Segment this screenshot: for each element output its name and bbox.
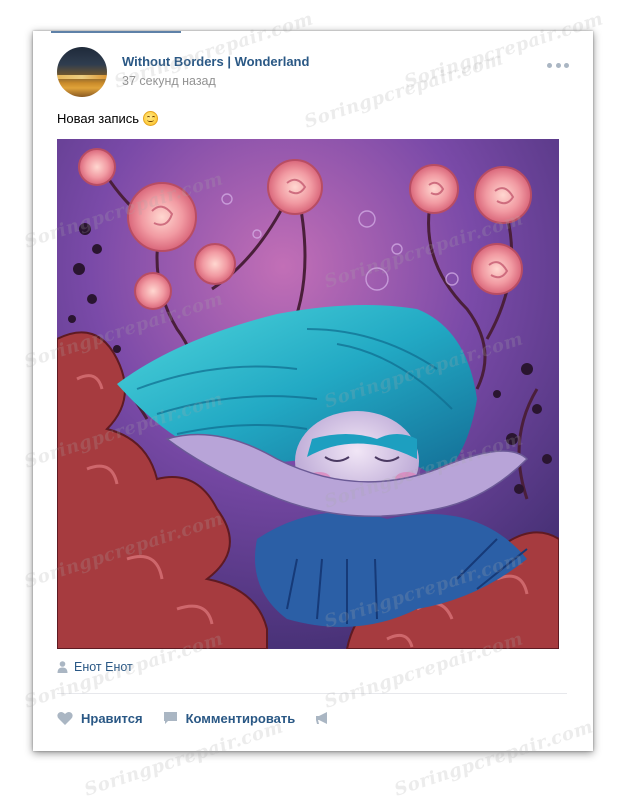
avatar-sunset-image (57, 75, 107, 79)
photo-signature[interactable]: Енот Енот (57, 659, 133, 675)
comment-button[interactable]: Комментировать (163, 710, 296, 726)
user-icon (57, 661, 68, 673)
post-card: Without Borders | Wonderland 37 секунд н… (33, 31, 593, 751)
megaphone-icon (316, 712, 328, 724)
share-button[interactable] (315, 711, 339, 725)
more-options-icon[interactable] (547, 61, 569, 69)
smile-emoji-icon (143, 111, 159, 126)
signature-name[interactable]: Енот Енот (74, 660, 133, 674)
comment-label: Комментировать (185, 710, 296, 726)
post-actions: Нравится Комментировать (57, 707, 359, 729)
like-label: Нравится (81, 710, 143, 726)
heart-icon (57, 711, 73, 725)
post-text: Новая запись (57, 111, 159, 126)
post-header: Without Borders | Wonderland 37 секунд н… (57, 47, 573, 101)
painting-image (57, 139, 559, 649)
author-avatar[interactable] (57, 47, 107, 97)
card-accent-line (51, 31, 181, 33)
post-text-content: Новая запись (57, 111, 140, 126)
like-button[interactable]: Нравится (57, 711, 143, 726)
author-name-link[interactable]: Without Borders | Wonderland (122, 54, 309, 69)
actions-divider (57, 693, 567, 694)
post-time-link[interactable]: 37 секунд назад (122, 74, 216, 88)
comment-icon (163, 712, 177, 724)
post-photo[interactable] (57, 139, 559, 649)
